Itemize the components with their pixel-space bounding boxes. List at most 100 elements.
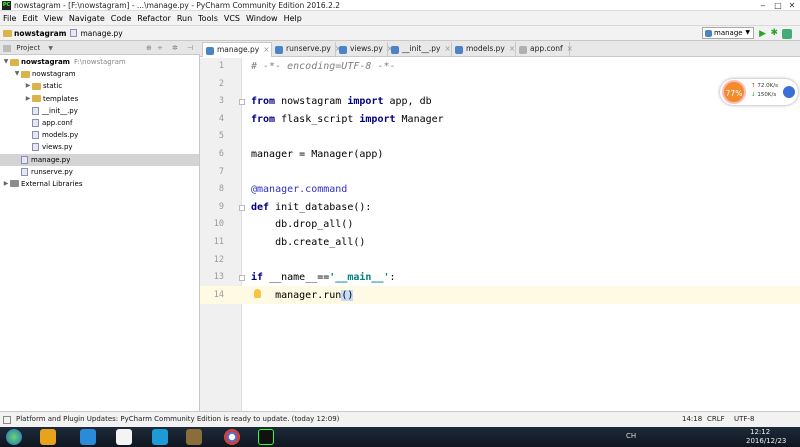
messenger-icon[interactable] bbox=[80, 429, 96, 445]
editor-tab[interactable]: views.py × bbox=[336, 42, 393, 57]
file-encoding[interactable]: UTF-8 bbox=[734, 412, 754, 427]
editor-tab-label: __init__.py bbox=[402, 44, 441, 53]
minimize-button[interactable]: ‒ bbox=[756, 0, 770, 10]
chevron-right-icon[interactable]: ▶ bbox=[24, 93, 32, 105]
close-tab-icon[interactable]: × bbox=[567, 44, 573, 53]
status-message[interactable]: Platform and Plugin Updates: PyCharm Com… bbox=[16, 415, 339, 423]
sync-icon[interactable]: ⊕ bbox=[146, 41, 152, 55]
app-launcher-icon[interactable] bbox=[40, 429, 56, 445]
run-icon[interactable]: ▶ bbox=[759, 29, 766, 39]
editor-tab[interactable]: app.conf × bbox=[516, 42, 573, 57]
tree-item[interactable]: runserve.py bbox=[0, 166, 199, 178]
menu-file[interactable]: File bbox=[3, 14, 16, 23]
lightbulb-icon[interactable] bbox=[254, 288, 261, 298]
tree-item[interactable]: ▼ nowstagram bbox=[0, 68, 199, 80]
tree-item[interactable]: ▼ nowstagram F:\nowstagram bbox=[0, 56, 199, 68]
tree-item-label: static bbox=[43, 82, 63, 91]
tree-item[interactable]: views.py bbox=[0, 141, 199, 153]
tree-item-path: F:\nowstagram bbox=[73, 58, 126, 67]
menu-view[interactable]: View bbox=[44, 14, 63, 23]
chevron-right-icon[interactable]: ▶ bbox=[2, 178, 10, 190]
chrome-icon[interactable] bbox=[224, 429, 240, 445]
window-title: nowstagram - [F:\nowstagram] - ...\manag… bbox=[14, 1, 340, 10]
menu-vcs[interactable]: VCS bbox=[224, 14, 240, 23]
editor-tab-label: app.conf bbox=[530, 44, 563, 53]
menu-code[interactable]: Code bbox=[111, 14, 131, 23]
accelerate-icon[interactable] bbox=[783, 86, 795, 98]
close-tab-icon[interactable]: × bbox=[444, 44, 450, 53]
coverage-icon[interactable] bbox=[782, 29, 792, 39]
menu-tools[interactable]: Tools bbox=[198, 14, 218, 23]
fold-marker-icon[interactable] bbox=[239, 204, 245, 211]
line-number: 6 bbox=[218, 149, 224, 159]
code-line[interactable]: def init_database(): bbox=[251, 199, 371, 217]
editor-tab-label: models.py bbox=[466, 44, 505, 53]
fold-marker-icon[interactable] bbox=[239, 99, 245, 106]
collapse-icon[interactable]: ÷ bbox=[157, 41, 163, 55]
code-line[interactable]: # -*- encoding=UTF-8 -*- bbox=[251, 58, 396, 76]
fold-marker-icon[interactable] bbox=[239, 275, 245, 282]
line-number: 13 bbox=[213, 272, 224, 283]
breadcrumb-file[interactable]: manage.py bbox=[70, 29, 123, 38]
tree-item-label: views.py bbox=[42, 143, 73, 152]
menu-refactor[interactable]: Refactor bbox=[137, 14, 171, 23]
breadcrumb-project[interactable]: nowstagram bbox=[3, 29, 66, 38]
tree-item[interactable]: ▶ External Libraries bbox=[0, 178, 199, 190]
hide-panel-icon[interactable]: ⊣ bbox=[187, 41, 193, 55]
chevron-right-icon[interactable]: ▶ bbox=[24, 80, 32, 92]
tree-item[interactable]: app.conf bbox=[0, 117, 199, 129]
tool-windows-icon[interactable] bbox=[3, 416, 11, 424]
file-explorer-icon[interactable] bbox=[186, 429, 202, 445]
chevron-down-icon[interactable]: ▼ bbox=[13, 68, 21, 80]
code-line[interactable]: manager = Manager(app) bbox=[251, 146, 383, 164]
editor-tab[interactable]: manage.py × bbox=[202, 42, 272, 57]
debug-icon[interactable]: ✱ bbox=[770, 28, 778, 38]
line-number: 12 bbox=[213, 254, 224, 265]
menu-help[interactable]: Help bbox=[284, 14, 302, 23]
caret-position[interactable]: 14:18 bbox=[682, 412, 702, 427]
code-line[interactable]: if __name__=='__main__': bbox=[251, 269, 396, 287]
tree-item[interactable]: ▶ static bbox=[0, 80, 199, 92]
menu-run[interactable]: Run bbox=[177, 14, 192, 23]
file-icon bbox=[32, 119, 39, 128]
python-file-icon bbox=[275, 46, 283, 54]
maximize-button[interactable]: □ bbox=[771, 0, 785, 10]
close-tab-icon[interactable]: × bbox=[509, 44, 515, 53]
input-language[interactable]: CH bbox=[626, 432, 636, 440]
editor-tab[interactable]: runserve.py × bbox=[272, 42, 341, 57]
photo-viewer-icon[interactable] bbox=[152, 429, 168, 445]
upload-arrow-icon: ↑ bbox=[751, 83, 756, 89]
tree-item[interactable]: ▶ templates bbox=[0, 93, 199, 105]
line-separator[interactable]: CRLF bbox=[707, 412, 725, 427]
run-config-select[interactable]: manage ▼ bbox=[702, 27, 754, 39]
editor-tab[interactable]: __init__.py × bbox=[388, 42, 452, 57]
chevron-down-icon[interactable]: ▼ bbox=[2, 56, 10, 68]
close-tab-icon[interactable]: × bbox=[263, 45, 269, 54]
clock-time[interactable]: 12:12 bbox=[750, 428, 770, 436]
close-button[interactable]: ✕ bbox=[785, 0, 799, 10]
tree-item[interactable]: models.py bbox=[0, 129, 199, 141]
code-line[interactable]: from nowstagram import app, db bbox=[251, 93, 432, 111]
code-line[interactable]: db.drop_all() bbox=[251, 216, 353, 234]
tree-item[interactable]: __init__.py bbox=[0, 105, 199, 117]
document-icon[interactable] bbox=[116, 429, 132, 445]
menu-window[interactable]: Window bbox=[246, 14, 278, 23]
code-line[interactable]: db.create_all() bbox=[251, 234, 365, 252]
clock-date[interactable]: 2016/12/23 bbox=[746, 437, 786, 445]
code-line[interactable]: from flask_script import Manager bbox=[251, 111, 444, 129]
start-button-icon[interactable] bbox=[6, 429, 22, 445]
python-file-icon bbox=[391, 46, 399, 54]
code-line[interactable]: manager.run() bbox=[251, 287, 354, 305]
menu-edit[interactable]: Edit bbox=[22, 14, 38, 23]
menu-navigate[interactable]: Navigate bbox=[69, 14, 105, 23]
gear-icon[interactable]: ✲ bbox=[172, 41, 178, 55]
tree-item[interactable]: manage.py bbox=[0, 153, 199, 166]
file-icon bbox=[32, 106, 39, 115]
editor-tab[interactable]: models.py × bbox=[452, 42, 516, 57]
project-view-icon bbox=[3, 44, 11, 52]
code-line[interactable]: @manager.command bbox=[251, 181, 347, 199]
file-icon bbox=[21, 167, 28, 176]
pycharm-taskbar-icon[interactable] bbox=[258, 429, 274, 445]
chevron-down-icon[interactable]: ▼ bbox=[48, 45, 53, 52]
network-monitor-widget[interactable]: 77% ↑ 72.0K/s ↓ 150K/s bbox=[720, 79, 798, 105]
